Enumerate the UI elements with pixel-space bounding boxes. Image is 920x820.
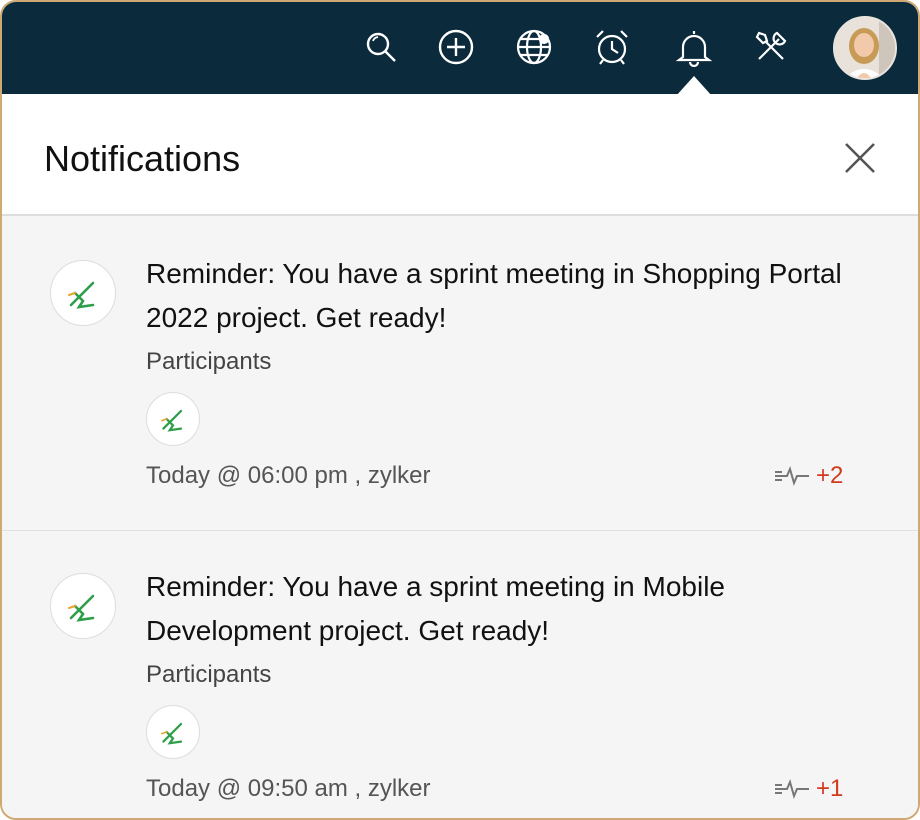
activity-count: +2 [816, 462, 844, 489]
participants-label: Participants [146, 661, 272, 688]
notification-message: Reminder: You have a sprint meeting in S… [146, 258, 842, 333]
activity-indicator[interactable]: +1 [774, 775, 843, 803]
participant-avatar[interactable] [146, 705, 200, 759]
top-bar [2, 2, 918, 96]
notifications-window: Notifications Reminder: You have a sprin… [0, 0, 920, 820]
notification-meta: Today @ 06:00 pm , zylker [146, 462, 431, 489]
activity-icon [775, 779, 809, 799]
dropdown-caret [676, 76, 712, 96]
notification-list: Reminder: You have a sprint meeting in S… [2, 218, 918, 818]
activity-icon [775, 466, 809, 486]
globe-icon[interactable] [513, 26, 555, 68]
project-pen-icon [50, 260, 116, 326]
bell-icon[interactable] [673, 26, 715, 68]
add-icon[interactable] [435, 26, 477, 68]
project-pen-icon [50, 573, 116, 639]
notifications-header: Notifications [2, 94, 918, 216]
alarm-clock-icon[interactable] [591, 26, 633, 68]
activity-count: +1 [816, 775, 844, 802]
close-icon[interactable] [840, 138, 880, 178]
search-icon[interactable] [360, 26, 402, 68]
notification-item[interactable]: Reminder: You have a sprint meeting in S… [2, 218, 918, 531]
user-avatar[interactable] [833, 16, 897, 80]
participants-label: Participants [146, 348, 272, 375]
participant-avatar[interactable] [146, 392, 200, 446]
notification-message: Reminder: You have a sprint meeting in M… [146, 571, 726, 646]
activity-indicator[interactable]: +2 [774, 462, 843, 490]
notification-meta: Today @ 09:50 am , zylker [146, 775, 431, 802]
tools-icon[interactable] [750, 26, 792, 68]
panel-title: Notifications [44, 138, 241, 179]
notification-item[interactable]: Reminder: You have a sprint meeting in M… [2, 531, 918, 818]
